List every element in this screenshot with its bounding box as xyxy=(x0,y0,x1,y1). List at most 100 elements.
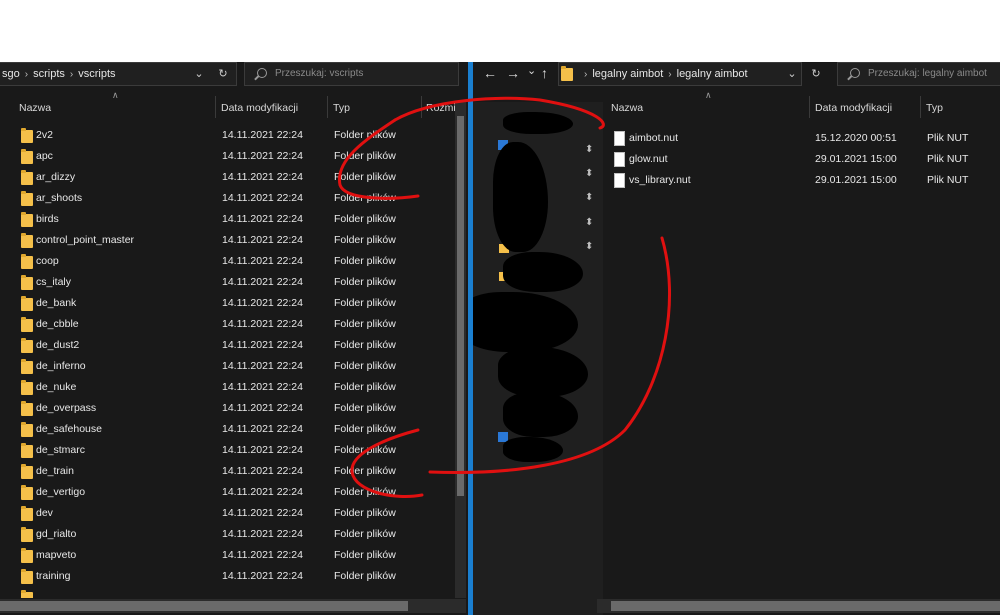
row-name: de_dust2 xyxy=(36,339,80,351)
column-header-type[interactable]: Typ xyxy=(926,98,943,118)
row-name: apc xyxy=(36,150,53,162)
folder-icon xyxy=(21,590,33,598)
breadcrumb-item[interactable]: legalny aimbot xyxy=(592,68,663,80)
pin-icon[interactable]: ⬍ xyxy=(585,144,593,155)
row-date: 14.11.2021 22:24 xyxy=(222,402,303,414)
folder-icon xyxy=(21,569,33,584)
table-row[interactable]: de_nuke 14.11.2021 22:24 Folder plików xyxy=(0,378,455,399)
row-date: 14.11.2021 22:24 xyxy=(222,360,303,372)
table-row[interactable]: glow.nut 29.01.2021 15:00 Plik NUT xyxy=(597,150,1000,171)
table-row[interactable]: gd_rialto 14.11.2021 22:24 Folder plików xyxy=(0,525,455,546)
column-divider[interactable] xyxy=(809,96,810,118)
pin-icon[interactable]: ⬍ xyxy=(585,168,593,179)
folder-icon xyxy=(21,149,33,164)
table-row[interactable]: de_bank 14.11.2021 22:24 Folder plików xyxy=(0,294,455,315)
table-row[interactable]: birds 14.11.2021 22:24 Folder plików xyxy=(0,210,455,231)
table-row[interactable]: de_dust2 14.11.2021 22:24 Folder plików xyxy=(0,336,455,357)
scrollbar-thumb[interactable] xyxy=(0,601,408,611)
left-vertical-scrollbar[interactable] xyxy=(455,102,466,598)
breadcrumb-item[interactable]: legalny aimbot xyxy=(677,68,748,80)
row-name: de_safehouse xyxy=(36,423,102,435)
folder-icon xyxy=(21,296,33,311)
pin-icon[interactable]: ⬍ xyxy=(585,192,593,203)
table-row[interactable]: de_safehouse 14.11.2021 22:24 Folder plikó… xyxy=(0,420,455,441)
refresh-icon[interactable]: ↻ xyxy=(216,63,230,85)
folder-icon xyxy=(21,359,33,374)
table-row[interactable]: ar_shoots 14.11.2021 22:24 Folder plików xyxy=(0,189,455,210)
row-name: de_cbble xyxy=(36,318,79,330)
column-divider[interactable] xyxy=(215,96,216,118)
table-row[interactable]: de_inferno 14.11.2021 22:24 Folder plików xyxy=(0,357,455,378)
row-date: 14.11.2021 22:24 xyxy=(222,549,303,561)
column-header-date[interactable]: Data modyfikacji xyxy=(815,98,892,118)
table-row[interactable]: mapveto 14.11.2021 22:24 Folder plików xyxy=(0,546,455,567)
left-search-input[interactable]: Przeszukaj: vscripts xyxy=(244,62,459,86)
row-date: 14.11.2021 22:24 xyxy=(222,255,303,267)
chevron-right-icon: › xyxy=(584,69,588,80)
column-header-date[interactable]: Data modyfikacji xyxy=(221,98,298,118)
folder-icon xyxy=(21,443,33,458)
breadcrumb-item[interactable]: vscripts xyxy=(78,68,115,80)
search-icon xyxy=(257,68,267,78)
table-row[interactable]: cs_italy 14.11.2021 22:24 Folder plików xyxy=(0,273,455,294)
chevron-right-icon: › xyxy=(24,69,29,80)
table-row[interactable]: de_stmarc 14.11.2021 22:24 Folder plików xyxy=(0,441,455,462)
chevron-down-icon[interactable]: ⌄ xyxy=(527,64,536,77)
row-date: 14.11.2021 22:24 xyxy=(222,444,303,456)
left-horizontal-scrollbar[interactable] xyxy=(0,599,466,613)
row-name: vs_library.nut xyxy=(629,174,691,186)
row-type: Folder plików xyxy=(334,276,396,288)
breadcrumb-item[interactable]: scripts xyxy=(33,68,65,80)
table-row[interactable]: coop 14.11.2021 22:24 Folder plików xyxy=(0,252,455,273)
folder-icon xyxy=(561,66,573,81)
table-row[interactable]: de_overpass 14.11.2021 22:24 Folder plików xyxy=(0,399,455,420)
right-address-bar[interactable]: › legalny aimbot › legalny aimbot ⌄ xyxy=(558,62,802,86)
column-divider[interactable] xyxy=(327,96,328,118)
chevron-down-icon[interactable]: ⌄ xyxy=(785,63,799,85)
column-header-size[interactable]: Rozmi xyxy=(426,98,456,118)
breadcrumb-item[interactable]: sgo xyxy=(2,68,20,80)
scrollbar-thumb[interactable] xyxy=(611,601,1000,611)
pin-icon[interactable]: ⬍ xyxy=(585,241,593,252)
forward-arrow-icon[interactable]: → xyxy=(506,65,520,81)
table-row[interactable]: control_point_master 14.11.2021 22:24 Fold… xyxy=(0,231,455,252)
refresh-icon[interactable]: ↻ xyxy=(809,63,823,85)
table-row[interactable]: ar_dizzy 14.11.2021 22:24 Folder plików xyxy=(0,168,455,189)
row-type: Folder plików xyxy=(334,255,396,267)
folder-icon xyxy=(21,275,33,290)
row-date: 14.11.2021 22:24 xyxy=(222,150,303,162)
table-row[interactable] xyxy=(0,588,455,598)
column-header-type[interactable]: Typ xyxy=(333,98,350,118)
left-address-bar[interactable]: sgo › scripts › vscripts ⌄ ↻ xyxy=(0,62,237,86)
row-type: Plik NUT xyxy=(927,132,969,144)
table-row[interactable]: aimbot.nut 15.12.2020 00:51 Plik NUT xyxy=(597,129,1000,150)
column-header-name[interactable]: Nazwa xyxy=(611,98,643,118)
table-row[interactable]: vs_library.nut 29.01.2021 15:00 Plik NUT xyxy=(597,171,1000,192)
right-horizontal-scrollbar[interactable] xyxy=(597,599,1000,613)
table-row[interactable]: de_train 14.11.2021 22:24 Folder plików xyxy=(0,462,455,483)
scrollbar-thumb[interactable] xyxy=(457,116,464,496)
row-type: Folder plików xyxy=(334,171,396,183)
table-row[interactable]: de_vertigo 14.11.2021 22:24 Folder plików xyxy=(0,483,455,504)
table-row[interactable]: dev 14.11.2021 22:24 Folder plików xyxy=(0,504,455,525)
pin-icon[interactable]: ⬍ xyxy=(585,217,593,228)
table-row[interactable]: de_cbble 14.11.2021 22:24 Folder plików xyxy=(0,315,455,336)
folder-icon xyxy=(21,317,33,332)
row-date: 14.11.2021 22:24 xyxy=(222,171,303,183)
navigation-pane[interactable]: ⬍ ⬍ ⬍ ⬍ ⬍ xyxy=(473,102,603,615)
redaction-scribble xyxy=(498,347,588,397)
table-row[interactable]: training 14.11.2021 22:24 Folder plików xyxy=(0,567,455,588)
row-type: Folder plików xyxy=(334,150,396,162)
back-arrow-icon[interactable]: ← xyxy=(483,65,497,81)
up-arrow-icon[interactable]: ↑ xyxy=(541,65,548,81)
column-divider[interactable] xyxy=(421,96,422,118)
chevron-down-icon[interactable]: ⌄ xyxy=(192,63,206,85)
table-row[interactable]: 2v2 14.11.2021 22:24 Folder plików xyxy=(0,126,455,147)
column-divider[interactable] xyxy=(920,96,921,118)
table-row[interactable]: apc 14.11.2021 22:24 Folder plików xyxy=(0,147,455,168)
right-breadcrumb: › legalny aimbot › legalny aimbot xyxy=(579,63,748,85)
right-search-input[interactable]: Przeszukaj: legalny aimbot xyxy=(837,62,1000,86)
folder-icon xyxy=(21,527,33,542)
row-type: Folder plików xyxy=(334,570,396,582)
column-header-name[interactable]: Nazwa xyxy=(19,98,51,118)
